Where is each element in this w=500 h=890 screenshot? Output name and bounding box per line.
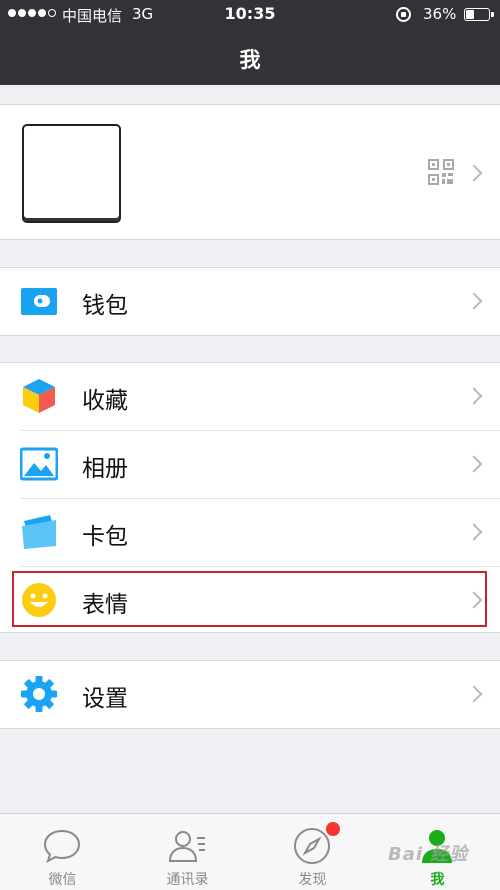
- highlight-box: [12, 571, 487, 627]
- tab-label: 我: [430, 872, 445, 888]
- settings-card: 设置: [0, 660, 500, 729]
- menu-item-label: 收藏: [82, 388, 128, 414]
- gear-icon: [21, 676, 57, 712]
- chevron-right-icon: [465, 455, 483, 473]
- qr-code-icon[interactable]: [428, 159, 454, 185]
- chevron-right-icon: [465, 685, 483, 703]
- chat-bubble-icon: [43, 829, 81, 864]
- menu-item-label: 卡包: [82, 524, 128, 550]
- photo-icon: [20, 447, 58, 481]
- battery-percent: 36%: [423, 5, 457, 23]
- page-title: 我: [239, 48, 261, 72]
- battery-icon: [464, 8, 494, 21]
- menu-item-cards[interactable]: 卡包: [0, 499, 500, 566]
- menu-item-wallet[interactable]: 钱包: [0, 268, 500, 335]
- tab-discover[interactable]: 发现: [250, 814, 375, 890]
- card-icon: [22, 515, 56, 549]
- tab-chats[interactable]: 微信: [0, 814, 125, 890]
- tab-label: 通讯录: [166, 872, 209, 888]
- wallet-card: 钱包: [0, 267, 500, 336]
- cube-icon: [23, 379, 55, 413]
- chevron-right-icon: [465, 292, 483, 310]
- orientation-lock-icon: [396, 7, 411, 22]
- menu-item-label: 设置: [82, 686, 128, 712]
- tab-label: 发现: [298, 872, 327, 888]
- chevron-right-icon: [465, 387, 483, 405]
- contacts-icon: [168, 831, 205, 862]
- status-bar: 中国电信 3G 10:35 36%: [0, 0, 500, 28]
- profile-card[interactable]: [0, 104, 500, 240]
- menu-item-album[interactable]: 相册: [0, 431, 500, 498]
- wallet-icon: [21, 288, 57, 315]
- chevron-right-icon: [465, 523, 483, 541]
- notification-badge: [326, 822, 340, 836]
- chevron-right-icon: [465, 164, 483, 182]
- tab-label: 微信: [48, 872, 77, 888]
- menu-item-settings[interactable]: 设置: [0, 661, 500, 728]
- top-bar: 中国电信 3G 10:35 36% 我: [0, 0, 500, 85]
- tab-contacts[interactable]: 通讯录: [125, 814, 250, 890]
- avatar[interactable]: [22, 124, 121, 223]
- watermark: Bai 经验: [388, 844, 469, 865]
- menu-item-favorites[interactable]: 收藏: [0, 363, 500, 430]
- menu-item-label: 相册: [82, 456, 128, 482]
- menu-item-label: 钱包: [82, 293, 128, 319]
